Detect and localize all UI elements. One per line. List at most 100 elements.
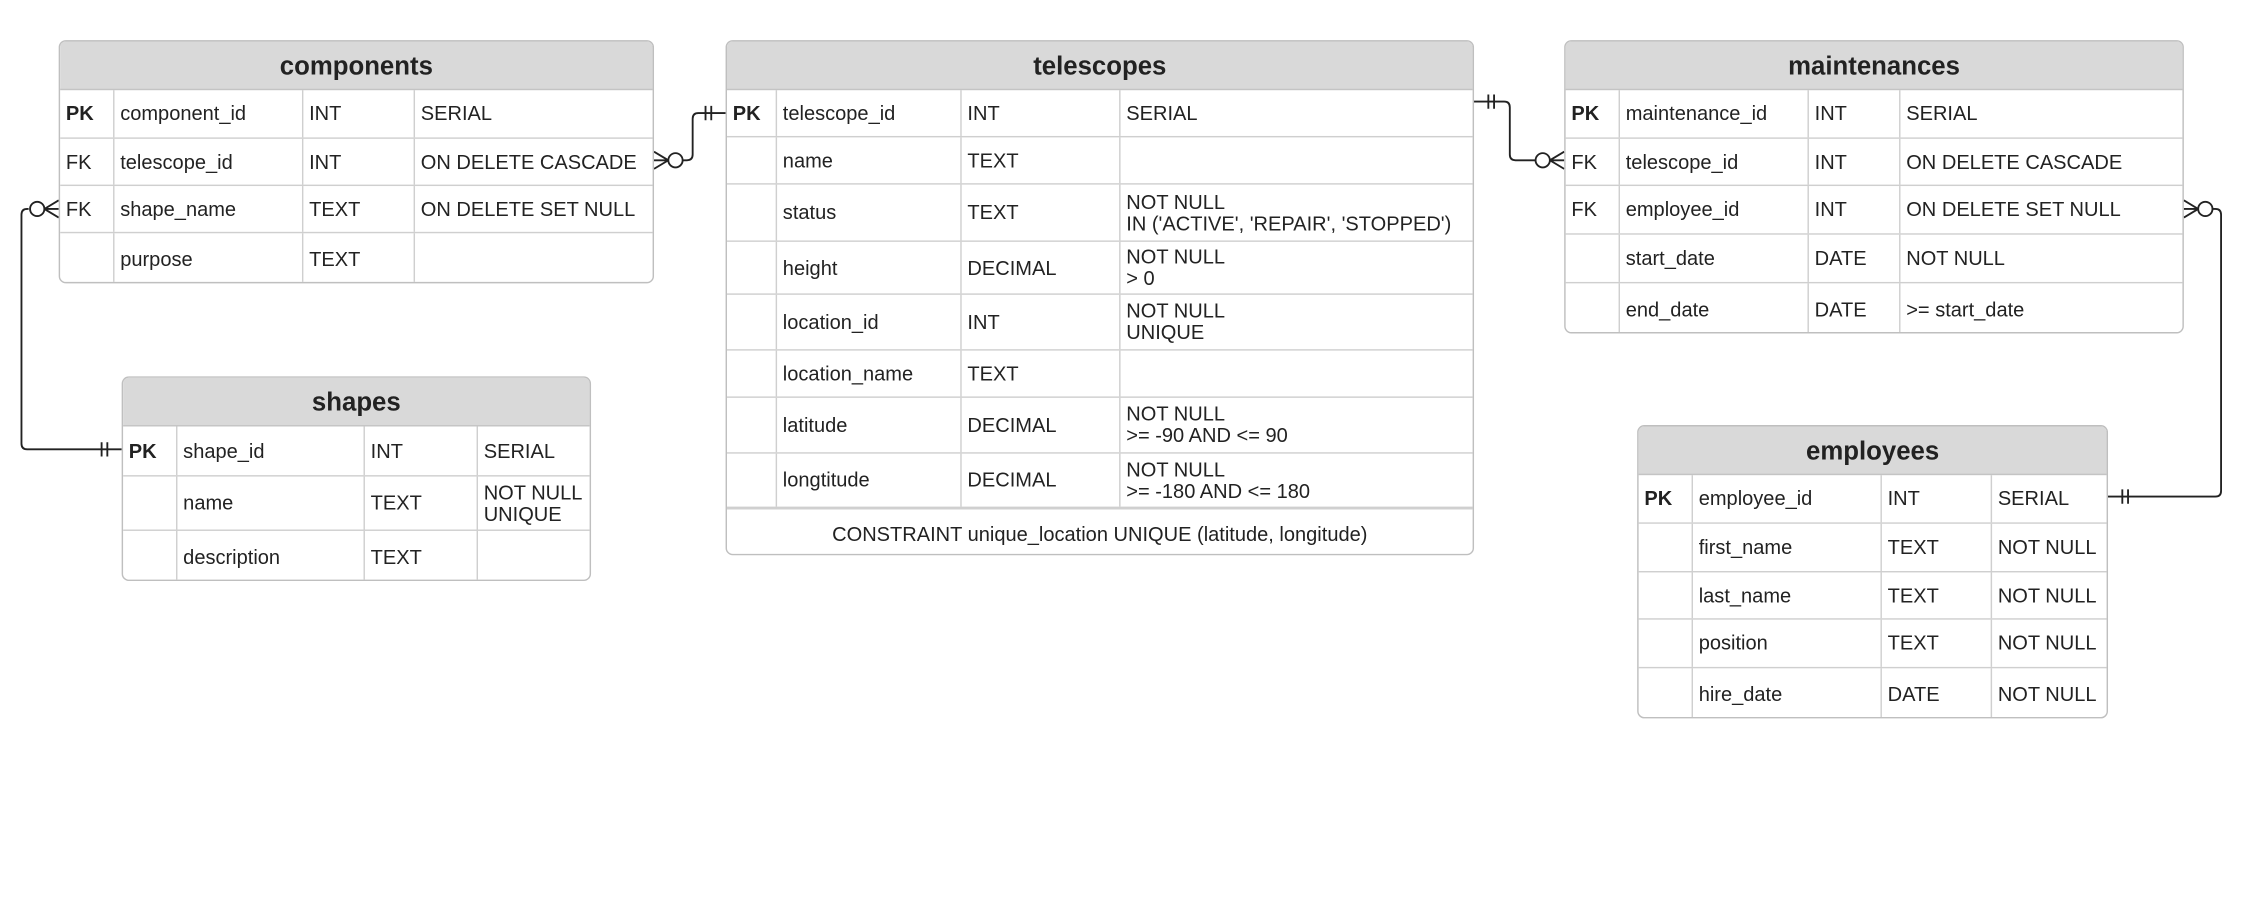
key-cell: PK bbox=[732, 100, 761, 124]
table-row[interactable]: PK maintenance_id INT SERIAL bbox=[1565, 90, 2183, 139]
column-type: DATE bbox=[1807, 234, 1899, 282]
maintenances-telescope-zero-icon bbox=[1534, 152, 1551, 169]
key-cell: FK bbox=[1571, 149, 1597, 173]
table-row[interactable]: FK telescope_id INT ON DELETE CASCADE bbox=[60, 138, 653, 187]
table-row[interactable]: latitude DECIMAL NOT NULL >= -90 AND <= 90 bbox=[726, 397, 1473, 454]
table-row[interactable]: description TEXT bbox=[123, 530, 590, 580]
column-constraint: NOT NULL >= -90 AND <= 90 bbox=[1119, 397, 1472, 453]
key-cell: FK bbox=[65, 149, 92, 173]
maintenances-employee-crowfoot-icon bbox=[2183, 199, 2200, 219]
column-type: DECIMAL bbox=[960, 241, 1119, 294]
key-cell bbox=[727, 351, 776, 397]
column-type: TEXT bbox=[1880, 572, 1990, 619]
column-name: location_id bbox=[775, 294, 961, 350]
column-type: TEXT bbox=[1880, 523, 1990, 572]
entity-components[interactable]: components PK component_id INT SERIAL FK teles… bbox=[58, 40, 655, 284]
components-shape-zero-icon bbox=[29, 200, 46, 218]
column-name: maintenance_id bbox=[1618, 90, 1808, 138]
column-type: DECIMAL bbox=[960, 397, 1119, 453]
entity-title: employees bbox=[1638, 426, 2107, 476]
maintenances-telescope-crowfoot-icon bbox=[1548, 150, 1565, 170]
table-row[interactable]: location_id INT NOT NULL UNIQUE bbox=[726, 294, 1473, 351]
column-constraint: SERIAL bbox=[476, 426, 590, 476]
components-shape-crowfoot-icon bbox=[42, 199, 60, 219]
column-type: DATE bbox=[1880, 668, 1990, 717]
table-row[interactable]: last_name TEXT NOT NULL bbox=[1638, 572, 2107, 620]
entity-shapes[interactable]: shapes PK shape_id INT SERIAL name TEXT NOT NUL… bbox=[121, 376, 592, 582]
column-constraint: ON DELETE CASCADE bbox=[1899, 138, 2182, 185]
table-row[interactable]: start_date DATE NOT NULL bbox=[1565, 234, 2183, 284]
table-row[interactable]: position TEXT NOT NULL bbox=[1638, 619, 2107, 669]
column-name: latitude bbox=[775, 397, 961, 453]
key-cell bbox=[727, 185, 776, 241]
column-name: telescope_id bbox=[113, 138, 302, 185]
er-diagram: components PK component_id INT SERIAL FK teles… bbox=[0, 0, 2244, 913]
column-constraint bbox=[1119, 137, 1472, 184]
column-type: TEXT bbox=[960, 184, 1119, 241]
entity-employees[interactable]: employees PK employee_id INT SERIAL first_nam… bbox=[1637, 425, 2109, 719]
key-cell bbox=[60, 233, 113, 282]
column-name: hire_date bbox=[1691, 668, 1881, 717]
table-row[interactable]: PK component_id INT SERIAL bbox=[60, 90, 653, 139]
column-type: INT bbox=[1880, 475, 1990, 523]
key-cell: PK bbox=[1571, 101, 1600, 125]
column-constraint: NOT NULL UNIQUE bbox=[1119, 294, 1472, 350]
column-type: INT bbox=[363, 426, 476, 476]
column-name: employee_id bbox=[1691, 475, 1881, 523]
table-row[interactable]: height DECIMAL NOT NULL > 0 bbox=[726, 241, 1473, 295]
column-name: height bbox=[775, 241, 961, 294]
table-row[interactable]: location_name TEXT bbox=[726, 350, 1473, 398]
column-name: first_name bbox=[1691, 523, 1881, 572]
table-row[interactable]: name TEXT bbox=[726, 137, 1473, 185]
table-row[interactable]: hire_date DATE NOT NULL bbox=[1639, 668, 2107, 717]
column-constraint: NOT NULL bbox=[1990, 523, 2107, 572]
column-constraint: NOT NULL bbox=[1990, 619, 2107, 667]
maintenances-employee-zero-icon bbox=[2197, 200, 2214, 218]
column-type: DATE bbox=[1807, 283, 1899, 333]
column-name: component_id bbox=[113, 90, 302, 138]
column-constraint: ON DELETE SET NULL bbox=[413, 186, 653, 232]
entity-title: components bbox=[60, 41, 653, 91]
column-type: TEXT bbox=[960, 137, 1119, 184]
key-cell: PK bbox=[1644, 486, 1673, 510]
column-constraint: NOT NULL > 0 bbox=[1119, 241, 1472, 294]
column-name: telescope_id bbox=[775, 90, 961, 136]
key-cell bbox=[123, 531, 176, 580]
table-row[interactable]: PK telescope_id INT SERIAL bbox=[726, 90, 1473, 138]
entity-title: shapes bbox=[123, 377, 590, 427]
table-row[interactable]: FK shape_name TEXT ON DELETE SET NULL bbox=[60, 186, 653, 234]
column-constraint: ON DELETE CASCADE bbox=[413, 138, 653, 185]
table-row[interactable]: PK shape_id INT SERIAL bbox=[123, 426, 590, 477]
components-telescope-zero-icon bbox=[667, 152, 684, 169]
key-cell bbox=[727, 137, 776, 183]
key-cell bbox=[1639, 572, 1692, 618]
column-type: TEXT bbox=[301, 186, 414, 232]
column-constraint: >= start_date bbox=[1899, 283, 2182, 333]
column-name: location_name bbox=[775, 350, 961, 397]
column-name: employee_id bbox=[1618, 186, 1808, 234]
table-row[interactable]: PK employee_id INT SERIAL bbox=[1638, 475, 2107, 524]
column-constraint bbox=[1119, 350, 1472, 397]
key-cell bbox=[1566, 283, 1619, 332]
column-name: telescope_id bbox=[1618, 138, 1808, 185]
table-row[interactable]: FK employee_id INT ON DELETE SET NULL bbox=[1565, 186, 2183, 235]
column-type: INT bbox=[301, 90, 414, 138]
column-constraint bbox=[413, 233, 653, 282]
table-row[interactable]: name TEXT NOT NULL UNIQUE bbox=[123, 476, 590, 531]
column-name: end_date bbox=[1618, 283, 1808, 333]
column-constraint: NOT NULL bbox=[1899, 234, 2182, 282]
table-row[interactable]: purpose TEXT bbox=[60, 233, 653, 282]
entity-title: telescopes bbox=[726, 41, 1473, 91]
column-constraint: NOT NULL IN ('ACTIVE', 'REPAIR', 'STOPPE… bbox=[1119, 184, 1472, 241]
table-row[interactable]: longtitude DECIMAL NOT NULL >= -180 AND <=… bbox=[726, 453, 1473, 509]
entity-maintenances[interactable]: maintenances PK maintenance_id INT SERIAL FK t… bbox=[1564, 40, 2184, 334]
entity-telescopes[interactable]: telescopes PK telescope_id INT SERIAL name TEX… bbox=[725, 40, 1475, 556]
column-name: description bbox=[176, 530, 363, 580]
table-row[interactable]: FK telescope_id INT ON DELETE CASCADE bbox=[1565, 138, 2183, 187]
column-name: position bbox=[1691, 619, 1881, 667]
table-row[interactable]: first_name TEXT NOT NULL bbox=[1638, 523, 2107, 573]
column-type: INT bbox=[301, 138, 414, 185]
table-row[interactable]: status TEXT NOT NULL IN ('ACTIVE', 'REPAIR… bbox=[726, 184, 1473, 242]
table-row[interactable]: end_date DATE >= start_date bbox=[1566, 283, 2183, 333]
key-cell bbox=[123, 477, 176, 530]
